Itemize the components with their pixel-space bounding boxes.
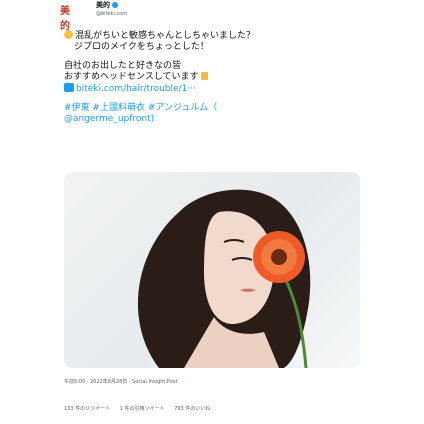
display-name-text[interactable]: 美的 — [96, 1, 110, 9]
article-link[interactable]: biteki.com/hair/trouble/1··· — [76, 84, 196, 94]
display-name[interactable]: 美的 — [96, 0, 118, 10]
shopping-bag-icon — [200, 72, 208, 80]
link-icon — [64, 83, 74, 92]
tweet-line-1: 混乱がちいと敏感ちゃんとしちゃいました？ — [75, 31, 256, 41]
hashtags[interactable]: #伊東 #上國料萌衣 #アンジュルム（ — [64, 103, 217, 113]
tweet-photo[interactable] — [64, 172, 360, 368]
tweet-timestamp[interactable]: 午前5:00 · 2022年8月28日 · Social Insight Pos… — [64, 378, 177, 385]
retweets-count[interactable]: 133 件のリツイート — [64, 406, 110, 412]
tweet-line-4: おすすめヘッドセンスしています — [64, 72, 199, 82]
tweet-line-2: ジプロのメイクをちょっとした！ — [74, 42, 209, 52]
account-logo[interactable]: 美的 — [60, 2, 70, 32]
confused-face-emoji-icon — [64, 30, 73, 39]
portrait-illustration — [137, 189, 311, 368]
gerbera-flower — [253, 231, 305, 283]
account-handle[interactable]: @biteki.com — [96, 11, 127, 17]
tweet-stats: 133 件のリツイート 1 件の引用ツイート 793 件のいいね — [64, 405, 218, 412]
mention-link[interactable]: @angerme_upfront) — [64, 114, 154, 124]
likes-count[interactable]: 793 件のいいね — [174, 406, 210, 412]
verified-badge-icon — [112, 2, 118, 8]
tweet-text: 混乱がちいと敏感ちゃんとしちゃいました？ ジプロのメイクをちょっとした！ 自社の… — [64, 30, 364, 125]
tweet-line-3: 自社のお出したと好きなの皆 — [64, 61, 182, 71]
quote-tweets-count[interactable]: 1 件の引用ツイート — [120, 406, 165, 412]
